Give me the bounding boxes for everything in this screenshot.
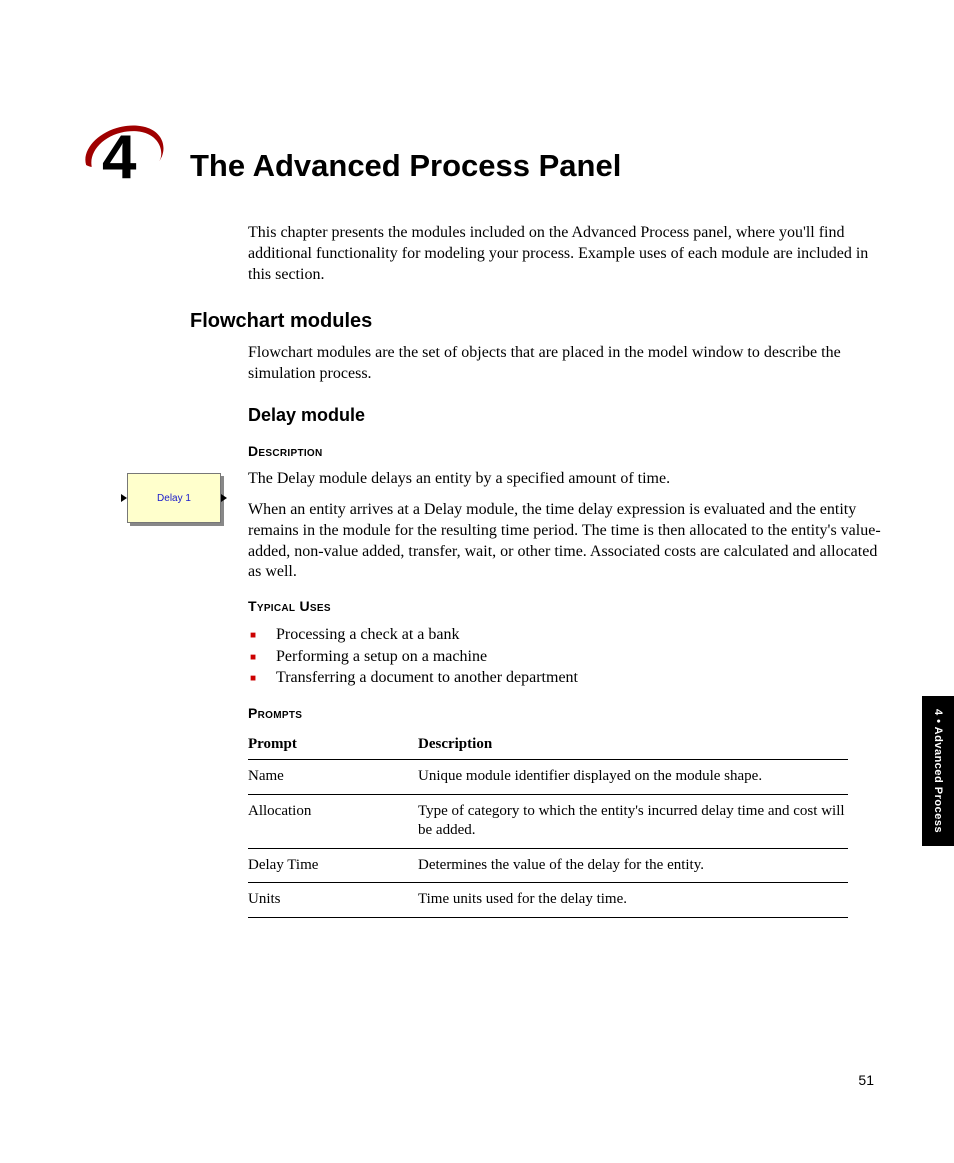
prompt-cell: Allocation	[248, 794, 418, 848]
table-row: Name Unique module identifier displayed …	[248, 760, 848, 795]
table-header-description: Description	[418, 730, 848, 760]
runhead-typical-uses: Typical Uses	[248, 598, 331, 614]
chapter-number: 4	[102, 122, 136, 193]
table-row: Units Time units used for the delay time…	[248, 883, 848, 918]
table-header-prompt: Prompt	[248, 730, 418, 760]
desc-cell: Determines the value of the delay for th…	[418, 848, 848, 883]
description-p1: The Delay module delays an entity by a s…	[248, 469, 888, 490]
chapter-title: The Advanced Process Panel	[190, 148, 621, 184]
input-port-icon	[121, 494, 127, 502]
table-row: Delay Time Determines the value of the d…	[248, 848, 848, 883]
page: 4 The Advanced Process Panel This chapte…	[0, 0, 954, 1163]
thumb-tab-label: 4 • Advanced Process	[932, 709, 944, 833]
desc-cell: Unique module identifier displayed on th…	[418, 760, 848, 795]
typical-uses-list: Processing a check at a bank Performing …	[270, 624, 578, 689]
delay-module-label: Delay 1	[157, 493, 191, 504]
list-item: Performing a setup on a machine	[270, 646, 578, 668]
thumb-tab: 4 • Advanced Process	[922, 696, 954, 846]
delay-module-figure: Delay 1	[127, 473, 221, 523]
prompts-table: Prompt Description Name Unique module id…	[248, 730, 848, 918]
list-item: Transferring a document to another depar…	[270, 667, 578, 689]
table-row: Allocation Type of category to which the…	[248, 794, 848, 848]
prompt-cell: Delay Time	[248, 848, 418, 883]
output-port-icon	[221, 494, 227, 502]
flowchart-body: Flowchart modules are the set of objects…	[248, 343, 888, 385]
prompt-cell: Name	[248, 760, 418, 795]
chapter-intro: This chapter presents the modules includ…	[248, 223, 888, 285]
list-item: Processing a check at a bank	[270, 624, 578, 646]
section-heading-flowchart: Flowchart modules	[190, 310, 372, 333]
desc-cell: Type of category to which the entity's i…	[418, 794, 848, 848]
prompt-cell: Units	[248, 883, 418, 918]
page-number: 51	[858, 1072, 874, 1088]
runhead-description: Description	[248, 443, 323, 459]
desc-cell: Time units used for the delay time.	[418, 883, 848, 918]
description-p2: When an entity arrives at a Delay module…	[248, 500, 888, 583]
subsection-heading-delay: Delay module	[248, 405, 365, 426]
runhead-prompts: Prompts	[248, 705, 302, 721]
